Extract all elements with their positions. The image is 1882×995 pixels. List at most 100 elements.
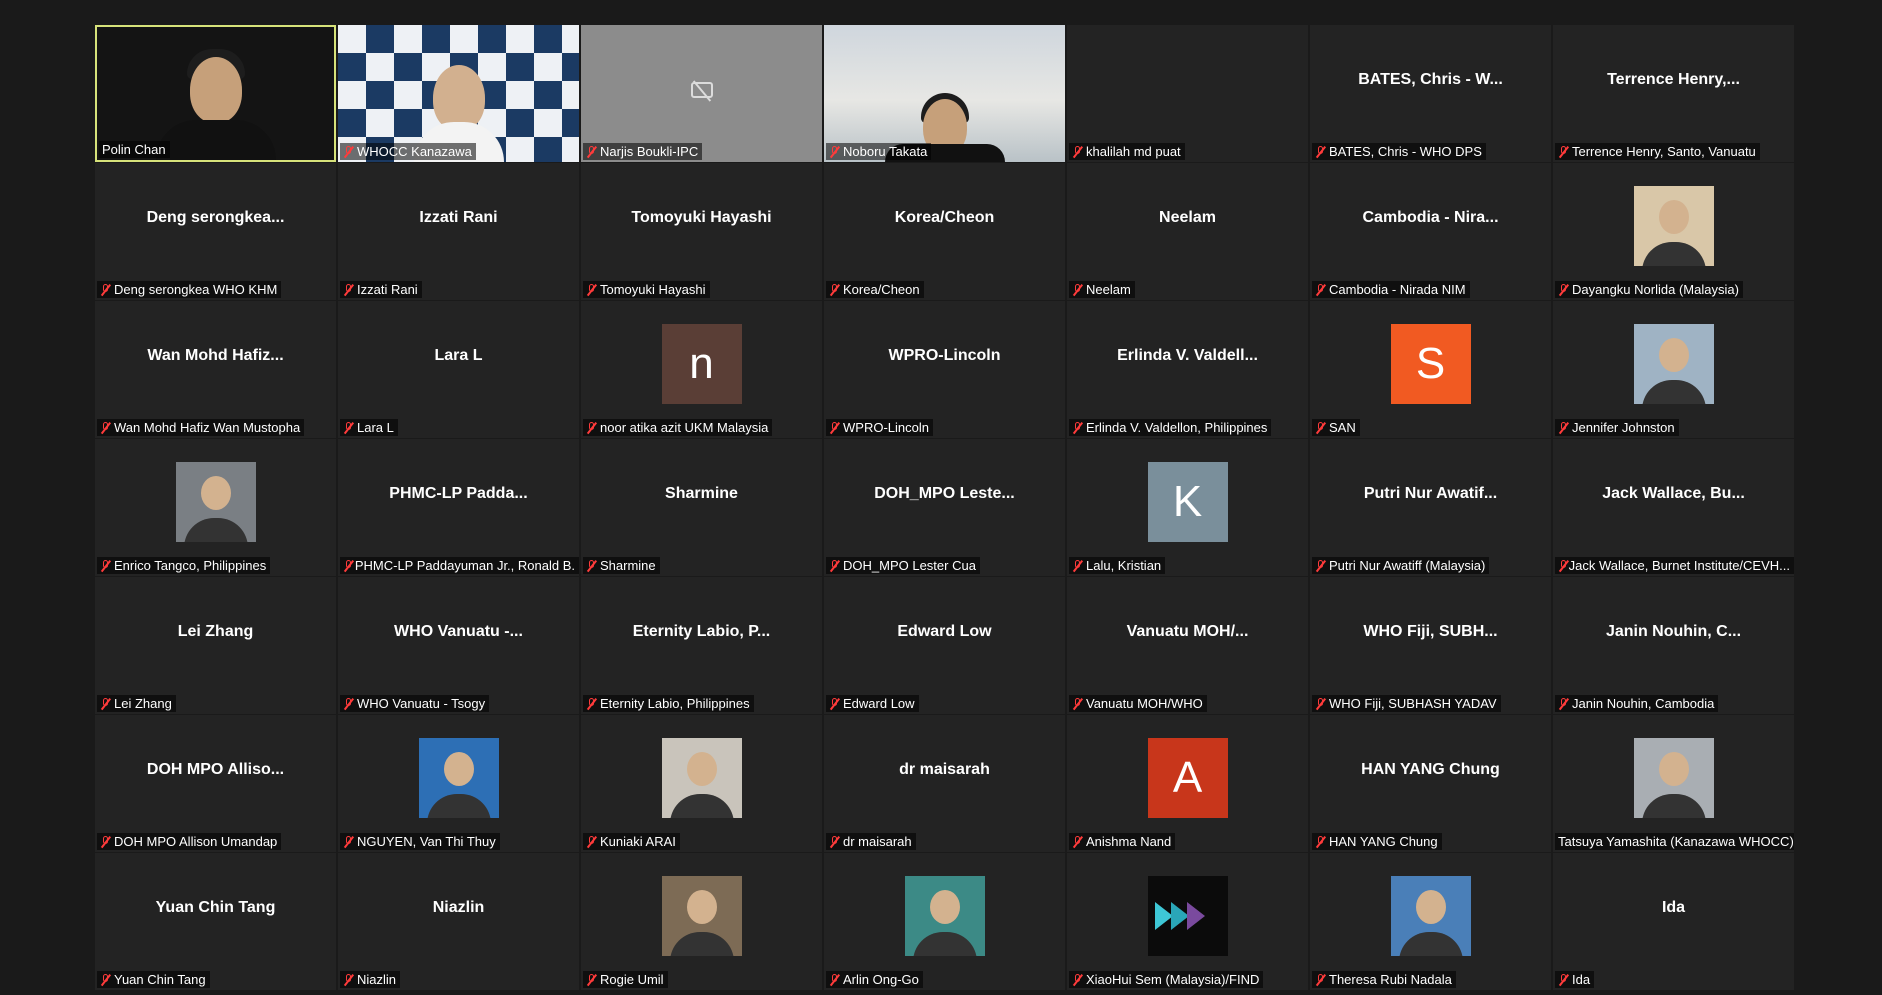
participant-tile[interactable]: Wan Mohd Hafiz... Wan Mohd Hafiz Wan Must… bbox=[95, 301, 336, 438]
participant-name: Janin Nouhin, Cambodia bbox=[1572, 696, 1715, 711]
participant-tile[interactable]: Tatsuya Yamashita (Kanazawa WHOCC) bbox=[1553, 715, 1794, 852]
microphone-muted-icon bbox=[829, 697, 840, 710]
participant-tile[interactable]: Vanuatu MOH/... Vanuatu MOH/WHO bbox=[1067, 577, 1308, 714]
participant-name-label: Cambodia - Nirada NIM bbox=[1312, 281, 1470, 298]
participant-tile[interactable]: dr maisarah dr maisarah bbox=[824, 715, 1065, 852]
participant-tile[interactable]: WPRO-Lincoln WPRO-Lincoln bbox=[824, 301, 1065, 438]
participant-tile[interactable]: Kuniaki ARAI bbox=[581, 715, 822, 852]
participant-name: Lei Zhang bbox=[114, 696, 172, 711]
participant-name-label: Yuan Chin Tang bbox=[97, 971, 210, 988]
participant-name-label: BATES, Chris - WHO DPS bbox=[1312, 143, 1486, 160]
participant-name-label: Theresa Rubi Nadala bbox=[1312, 971, 1456, 988]
participant-tile[interactable]: XiaoHui Sem (Malaysia)/FIND bbox=[1067, 853, 1308, 990]
microphone-muted-icon bbox=[1072, 421, 1083, 434]
participant-name-label: Edward Low bbox=[826, 695, 919, 712]
participant-tile[interactable]: Erlinda V. Valdell... Erlinda V. Valdello… bbox=[1067, 301, 1308, 438]
participant-tile[interactable]: Noboru Takata bbox=[824, 25, 1065, 162]
participant-tile[interactable]: Cambodia - Nira... Cambodia - Nirada NIM bbox=[1310, 163, 1551, 300]
participant-tile[interactable]: A Anishma Nand bbox=[1067, 715, 1308, 852]
microphone-muted-icon bbox=[1558, 421, 1569, 434]
participant-name: Eternity Labio, Philippines bbox=[600, 696, 750, 711]
microphone-muted-icon bbox=[100, 697, 111, 710]
microphone-muted-icon bbox=[343, 835, 354, 848]
microphone-muted-icon bbox=[1558, 697, 1569, 710]
participant-display-name: Deng serongkea... bbox=[146, 209, 285, 226]
participant-tile[interactable]: DOH_MPO Leste... DOH_MPO Lester Cua bbox=[824, 439, 1065, 576]
participant-display-name: Vanuatu MOH/... bbox=[1126, 623, 1249, 640]
participant-name: Wan Mohd Hafiz Wan Mustopha bbox=[114, 420, 301, 435]
participant-name-label: Terrence Henry, Santo, Vanuatu bbox=[1555, 143, 1760, 160]
participant-name-label: Lalu, Kristian bbox=[1069, 557, 1166, 574]
participant-name: Tomoyuki Hayashi bbox=[600, 282, 706, 297]
participant-tile[interactable]: Ida Ida bbox=[1553, 853, 1794, 990]
participant-tile[interactable]: Lara L Lara L bbox=[338, 301, 579, 438]
participant-tile[interactable]: Jennifer Johnston bbox=[1553, 301, 1794, 438]
participant-tile[interactable]: NGUYEN, Van Thi Thuy bbox=[338, 715, 579, 852]
participant-tile[interactable]: PHMC-LP Padda... PHMC-LP Paddayuman Jr., … bbox=[338, 439, 579, 576]
participant-tile[interactable]: Terrence Henry,... Terrence Henry, Santo,… bbox=[1553, 25, 1794, 162]
participant-tile[interactable]: Sharmine Sharmine bbox=[581, 439, 822, 576]
participant-tile[interactable]: Jack Wallace, Bu... Jack Wallace, Burnet … bbox=[1553, 439, 1794, 576]
participant-tile[interactable]: Yuan Chin Tang Yuan Chin Tang bbox=[95, 853, 336, 990]
participant-display-name: Lara L bbox=[434, 347, 483, 364]
avatar: S bbox=[1390, 323, 1471, 404]
microphone-muted-icon bbox=[100, 421, 111, 434]
participant-display-name: Neelam bbox=[1159, 209, 1216, 226]
participant-name-label: HAN YANG Chung bbox=[1312, 833, 1442, 850]
participant-name: Korea/Cheon bbox=[843, 282, 920, 297]
participant-tile[interactable]: Tomoyuki Hayashi Tomoyuki Hayashi bbox=[581, 163, 822, 300]
participant-name-label: Niazlin bbox=[340, 971, 401, 988]
participant-display-name: Ida bbox=[1661, 899, 1686, 916]
avatar bbox=[1390, 875, 1471, 956]
participant-tile[interactable]: Neelam Neelam bbox=[1067, 163, 1308, 300]
participant-tile[interactable]: Dayangku Norlida (Malaysia) bbox=[1553, 163, 1794, 300]
participant-tile[interactable]: Janin Nouhin, C... Janin Nouhin, Cambodia bbox=[1553, 577, 1794, 714]
participant-tile[interactable]: Edward Low Edward Low bbox=[824, 577, 1065, 714]
participant-name: Neelam bbox=[1086, 282, 1131, 297]
participant-name: SAN bbox=[1329, 420, 1356, 435]
participant-tile[interactable]: WHO Fiji, SUBH... WHO Fiji, SUBHASH YADAV bbox=[1310, 577, 1551, 714]
participant-tile[interactable]: BATES, Chris - W... BATES, Chris - WHO DP… bbox=[1310, 25, 1551, 162]
participant-display-name: Janin Nouhin, C... bbox=[1605, 623, 1742, 640]
participant-tile[interactable]: Eternity Labio, P... Eternity Labio, Phil… bbox=[581, 577, 822, 714]
participant-tile[interactable]: S SAN bbox=[1310, 301, 1551, 438]
participant-tile[interactable]: khalilah md puat bbox=[1067, 25, 1308, 162]
participant-tile[interactable]: Rogie Umil bbox=[581, 853, 822, 990]
participant-tile[interactable]: Putri Nur Awatif... Putri Nur Awatiff (Ma… bbox=[1310, 439, 1551, 576]
participant-tile[interactable]: Korea/Cheon Korea/Cheon bbox=[824, 163, 1065, 300]
participant-tile[interactable]: Theresa Rubi Nadala bbox=[1310, 853, 1551, 990]
participant-name-label: Lei Zhang bbox=[97, 695, 176, 712]
participant-tile[interactable]: n noor atika azit UKM Malaysia bbox=[581, 301, 822, 438]
participant-name-label: Polin Chan bbox=[99, 141, 170, 158]
participant-name-label: WHOCC Kanazawa bbox=[340, 143, 476, 160]
participant-tile[interactable]: Deng serongkea... Deng serongkea WHO KHM bbox=[95, 163, 336, 300]
participant-tile[interactable]: Izzati Rani Izzati Rani bbox=[338, 163, 579, 300]
participant-tile[interactable]: DOH MPO Alliso... DOH MPO Allison Umandap bbox=[95, 715, 336, 852]
participant-name-label: Ida bbox=[1555, 971, 1595, 988]
participant-tile[interactable]: Polin Chan bbox=[95, 25, 336, 162]
participant-display-name: HAN YANG Chung bbox=[1361, 761, 1500, 778]
participant-tile[interactable]: Lei Zhang Lei Zhang bbox=[95, 577, 336, 714]
participant-tile[interactable]: WHO Vanuatu -... WHO Vanuatu - Tsogy bbox=[338, 577, 579, 714]
participant-name-label: Kuniaki ARAI bbox=[583, 833, 680, 850]
participant-display-name: WPRO-Lincoln bbox=[888, 347, 1001, 364]
participant-name: PHMC-LP Paddayuman Jr., Ronald B. bbox=[354, 558, 575, 573]
participant-display-name: Yuan Chin Tang bbox=[155, 899, 276, 916]
microphone-muted-icon bbox=[829, 145, 840, 158]
participant-tile[interactable]: HAN YANG Chung HAN YANG Chung bbox=[1310, 715, 1551, 852]
participant-name: Rogie Umil bbox=[600, 972, 664, 987]
participant-tile[interactable]: K Lalu, Kristian bbox=[1067, 439, 1308, 576]
participant-tile[interactable]: Arlin Ong-Go bbox=[824, 853, 1065, 990]
participant-tile[interactable]: WHOCC Kanazawa bbox=[338, 25, 579, 162]
avatar: A bbox=[1147, 737, 1228, 818]
avatar bbox=[904, 875, 985, 956]
participant-tile[interactable]: Enrico Tangco, Philippines bbox=[95, 439, 336, 576]
participant-name: Enrico Tangco, Philippines bbox=[114, 558, 267, 573]
participant-tile[interactable]: Niazlin Niazlin bbox=[338, 853, 579, 990]
participant-name: Narjis Boukli-IPC bbox=[600, 144, 699, 159]
participant-name-label: XiaoHui Sem (Malaysia)/FIND bbox=[1069, 971, 1264, 988]
participant-name-label: Korea/Cheon bbox=[826, 281, 924, 298]
participant-tile[interactable]: Narjis Boukli-IPC bbox=[581, 25, 822, 162]
participant-display-name: Niazlin bbox=[432, 899, 485, 916]
microphone-muted-icon bbox=[586, 283, 597, 296]
